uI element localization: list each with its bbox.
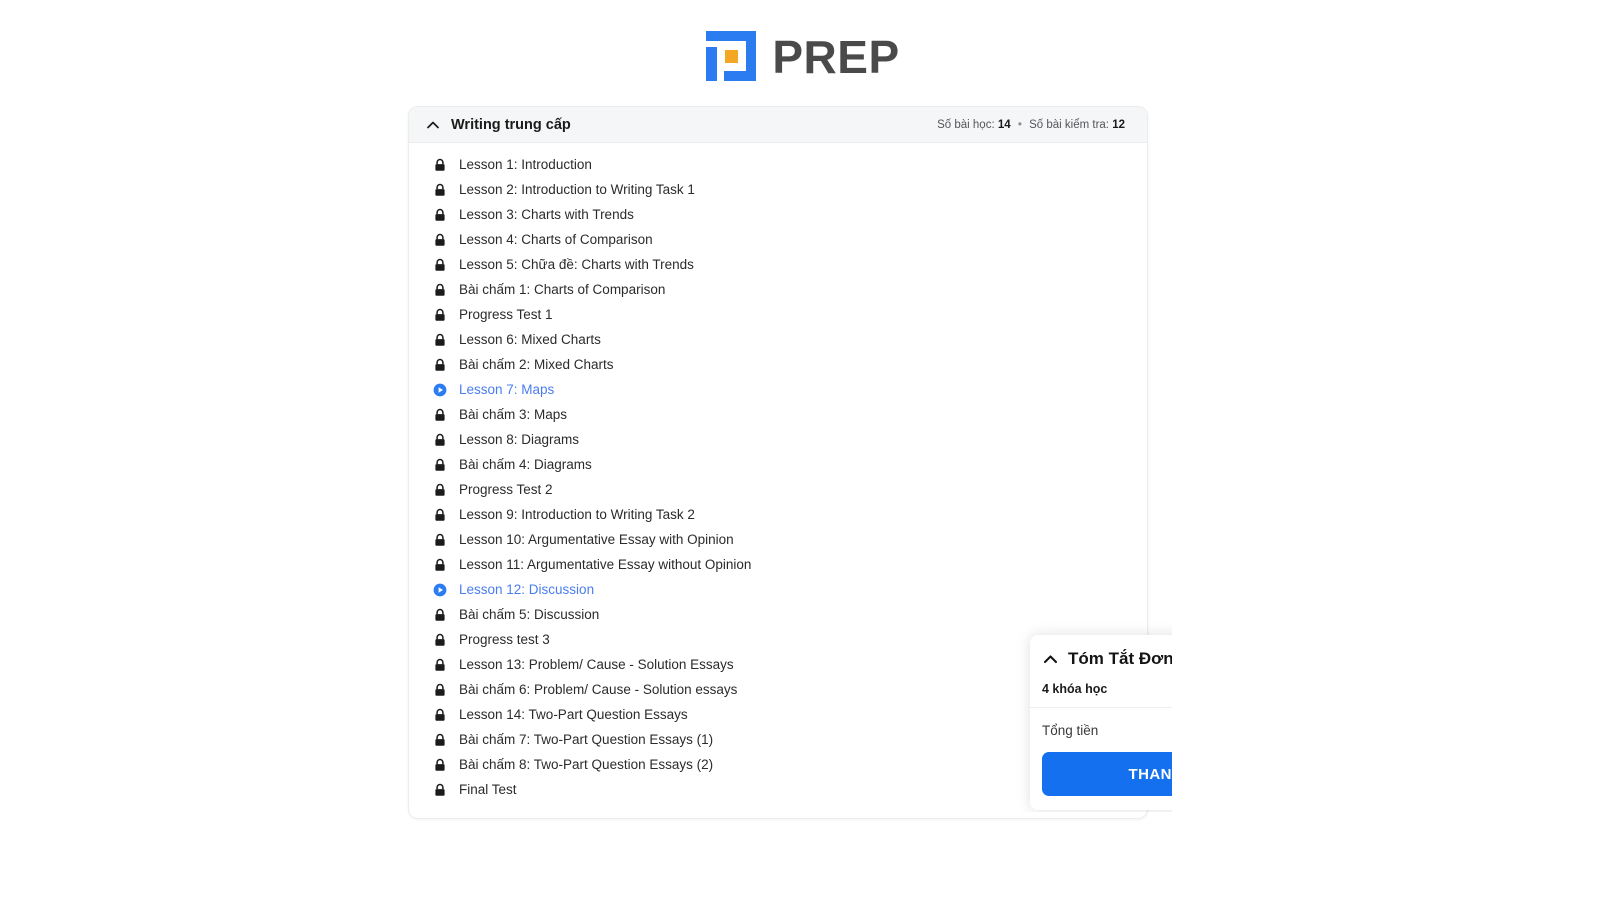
lesson-list-item[interactable]: Bài chấm 4: Diagrams: [409, 452, 1147, 477]
checkout-button[interactable]: THANH TOÁN: [1042, 752, 1172, 796]
lock-icon: [433, 183, 447, 197]
lock-icon: [433, 783, 447, 797]
lock-icon: [433, 758, 447, 772]
lesson-list-item[interactable]: Lesson 11: Argumentative Essay without O…: [409, 552, 1147, 577]
lesson-list-item[interactable]: Lesson 12: Discussion: [409, 577, 1147, 602]
lock-icon: [433, 208, 447, 222]
order-total-row: Tổng tiền: [1030, 708, 1172, 738]
lock-icon: [433, 658, 447, 672]
brand-name: PREP: [772, 31, 900, 83]
play-circle-icon[interactable]: [433, 583, 447, 597]
lock-icon: [433, 558, 447, 572]
lesson-item-label: Lesson 3: Charts with Trends: [459, 207, 634, 222]
lesson-list-item[interactable]: Bài chấm 2: Mixed Charts: [409, 352, 1147, 377]
lesson-list-item[interactable]: Lesson 7: Maps: [409, 377, 1147, 402]
lock-icon: [433, 533, 447, 547]
lock-icon: [433, 633, 447, 647]
lesson-item-label: Final Test: [459, 782, 517, 797]
lesson-item-label: Bài chấm 1: Charts of Comparison: [459, 282, 666, 297]
lesson-item-label: Lesson 9: Introduction to Writing Task 2: [459, 507, 695, 522]
play-circle-icon[interactable]: [433, 383, 447, 397]
lesson-item-label: Lesson 12: Discussion: [459, 582, 595, 597]
lock-icon: [433, 283, 447, 297]
lesson-item-label: Bài chấm 6: Problem/ Cause - Solution es…: [459, 682, 738, 697]
lesson-item-label: Progress Test 2: [459, 482, 553, 497]
order-summary-title: Tóm Tắt Đơn Hàng: [1068, 649, 1172, 668]
lock-icon: [433, 608, 447, 622]
lesson-item-label: Bài chấm 5: Discussion: [459, 607, 600, 622]
lesson-item-label: Bài chấm 4: Diagrams: [459, 457, 592, 472]
lesson-item-label: Lesson 14: Two-Part Question Essays: [459, 707, 688, 722]
site-header: PREP: [0, 26, 1600, 88]
lock-icon: [433, 433, 447, 447]
page-root: PREP Writing trung cấp Số bài học: 14 • …: [0, 0, 1600, 900]
lesson-item-label: Bài chấm 2: Mixed Charts: [459, 357, 614, 372]
lock-icon: [433, 233, 447, 247]
lock-icon: [433, 508, 447, 522]
lesson-list-item[interactable]: Bài chấm 1: Charts of Comparison: [409, 277, 1147, 302]
lock-icon: [433, 408, 447, 422]
lesson-item-label: Lesson 1: Introduction: [459, 157, 592, 172]
lesson-list-item[interactable]: Lesson 3: Charts with Trends: [409, 202, 1147, 227]
tests-count-label: Số bài kiểm tra:: [1029, 118, 1109, 131]
lesson-item-label: Lesson 10: Argumentative Essay with Opin…: [459, 532, 734, 547]
lesson-list-item[interactable]: Lesson 2: Introduction to Writing Task 1: [409, 177, 1147, 202]
lock-icon: [433, 358, 447, 372]
lesson-item-label: Bài chấm 8: Two-Part Question Essays (2): [459, 757, 714, 772]
lesson-list-item[interactable]: Lesson 1: Introduction: [409, 152, 1147, 177]
order-summary-panel: Tóm Tắt Đơn Hàng 4 khóa học Tổng tiền TH…: [1030, 635, 1172, 810]
lesson-list-item[interactable]: Progress Test 2: [409, 477, 1147, 502]
lessons-count-value: 14: [997, 118, 1011, 131]
prep-logo-icon: [700, 26, 762, 88]
lesson-list-item[interactable]: Lesson 10: Argumentative Essay with Opin…: [409, 527, 1147, 552]
order-summary-clip: Tóm Tắt Đơn Hàng 4 khóa học Tổng tiền TH…: [1014, 612, 1172, 812]
chevron-up-icon[interactable]: [425, 117, 441, 133]
lesson-item-label: Lesson 4: Charts of Comparison: [459, 232, 653, 247]
lesson-list-item[interactable]: Lesson 4: Charts of Comparison: [409, 227, 1147, 252]
lesson-list-item[interactable]: Lesson 8: Diagrams: [409, 427, 1147, 452]
lock-icon: [433, 258, 447, 272]
lesson-item-label: Lesson 6: Mixed Charts: [459, 332, 601, 347]
lesson-item-label: Bài chấm 7: Two-Part Question Essays (1): [459, 732, 714, 747]
lesson-item-label: Progress Test 1: [459, 307, 553, 322]
lesson-list-item[interactable]: Bài chấm 3: Maps: [409, 402, 1147, 427]
lock-icon: [433, 683, 447, 697]
lock-icon: [433, 308, 447, 322]
course-section-title: Writing trung cấp: [451, 116, 571, 133]
order-summary-header[interactable]: Tóm Tắt Đơn Hàng: [1030, 649, 1172, 669]
lock-icon: [433, 483, 447, 497]
lesson-item-label: Bài chấm 3: Maps: [459, 407, 568, 422]
lesson-item-label: Lesson 11: Argumentative Essay without O…: [459, 557, 752, 572]
course-section-header[interactable]: Writing trung cấp Số bài học: 14 • Số bà…: [409, 107, 1147, 143]
lesson-item-label: Lesson 13: Problem/ Cause - Solution Ess…: [459, 657, 734, 672]
lock-icon: [433, 158, 447, 172]
lock-icon: [433, 458, 447, 472]
order-total-label: Tổng tiền: [1042, 723, 1099, 738]
chevron-up-icon[interactable]: [1042, 651, 1059, 668]
lesson-item-label: Lesson 7: Maps: [459, 382, 555, 397]
lesson-list-item[interactable]: Lesson 6: Mixed Charts: [409, 327, 1147, 352]
lessons-count-label: Số bài học:: [937, 118, 995, 131]
lock-icon: [433, 733, 447, 747]
lock-icon: [433, 333, 447, 347]
lesson-list-item[interactable]: Progress Test 1: [409, 302, 1147, 327]
lesson-item-label: Lesson 5: Chữa đề: Charts with Trends: [459, 257, 694, 272]
lesson-item-label: Lesson 2: Introduction to Writing Task 1: [459, 182, 695, 197]
lesson-list-item[interactable]: Lesson 5: Chữa đề: Charts with Trends: [409, 252, 1147, 277]
lock-icon: [433, 708, 447, 722]
brand-logo[interactable]: PREP: [700, 26, 899, 88]
course-section-stats: Số bài học: 14 • Số bài kiểm tra: 12: [937, 119, 1125, 131]
order-course-count: 4 khóa học: [1030, 669, 1172, 708]
lesson-list-item[interactable]: Lesson 9: Introduction to Writing Task 2: [409, 502, 1147, 527]
tests-count-value: 12: [1112, 118, 1125, 131]
stats-separator: •: [1017, 118, 1022, 131]
lesson-item-label: Progress test 3: [459, 632, 550, 647]
lesson-item-label: Lesson 8: Diagrams: [459, 432, 580, 447]
